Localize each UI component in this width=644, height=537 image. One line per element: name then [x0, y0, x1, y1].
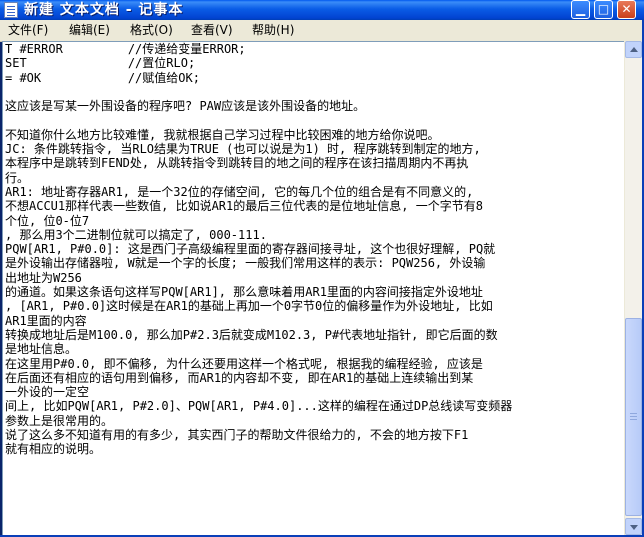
notepad-window: 新建 文本文档 - 记事本 ▁ □ ✕ 文件(F) 编辑(E) 格式(O) 查看… [0, 0, 644, 537]
minimize-button[interactable]: ▁ [571, 0, 590, 19]
text-line: AR1: 地址寄存器AR1, 是一个32位的存储空间, 它的每几个位的组合是有不… [5, 184, 474, 199]
title-bar[interactable]: 新建 文本文档 - 记事本 ▁ □ ✕ [0, 0, 644, 20]
text-line: PQW[AR1, P#0.0]: 这是西门子高级编程里面的寄存器间接寻址, 这个… [5, 242, 496, 257]
text-line: AR1里面的内容 [5, 313, 87, 328]
vertical-scrollbar[interactable] [624, 41, 642, 535]
menu-bar: 文件(F) 编辑(E) 格式(O) 查看(V) 帮助(H) [0, 20, 644, 42]
text-line: 是地址信息。 [5, 342, 78, 357]
notepad-icon[interactable] [4, 2, 18, 18]
scroll-up-button[interactable] [625, 41, 642, 58]
text-line: SET //置位RLO; [5, 56, 196, 71]
text-line: 说了这么多不知道有用的有多少, 其实西门子的帮助文件很给力的, 不会的地方按下F… [5, 428, 469, 443]
text-line: 间上, 比如PQW[AR1, P#2.0]、PQW[AR1, P#4.0]...… [5, 399, 513, 414]
menu-file[interactable]: 文件(F) [8, 20, 48, 41]
menu-edit[interactable]: 编辑(E) [69, 20, 110, 41]
text-line [5, 113, 621, 127]
text-line: 这应该是写某一外围设备的程序吧? PAW应该是该外围设备的地址。 [5, 99, 366, 114]
close-button[interactable]: ✕ [617, 0, 636, 19]
maximize-button[interactable]: □ [594, 0, 613, 19]
text-line: JC: 条件跳转指令, 当RLO结果为TRUE (也可以说是为1) 时, 程序跳… [5, 142, 481, 157]
text-line: = #OK //赋值给OK; [5, 70, 200, 85]
thumb-grip [630, 413, 637, 414]
text-line: 就有相应的说明。 [5, 442, 102, 457]
scroll-down-button[interactable] [625, 518, 642, 535]
text-line: 的通道。如果这条语句这样写PQW[AR1], 那么意味着用AR1里面的内容间接指… [5, 285, 483, 300]
text-line: 出地址为W256 [5, 270, 82, 285]
text-line: 是外设输出存储器啦, W就是一个字的长度; 一般我们常用这样的表示: PQW25… [5, 256, 486, 271]
scroll-down-arrow-icon [630, 525, 638, 530]
editor-content[interactable]: T #ERROR //传递给变量ERROR; SET //置位RLO; = #OK … [5, 42, 621, 457]
thumb-grip [630, 419, 637, 420]
text-line: , [AR1, P#0.0]这时候是在AR1的基础上再加一个0字节0位的偏移量作… [5, 299, 493, 314]
text-line: 行。 [5, 170, 30, 185]
text-line [5, 85, 621, 99]
text-line: 在这里用P#0.0, 即不偏移, 为什么还要用这样一个格式呢, 根据我的编程经验… [5, 356, 483, 371]
maximize-icon: □ [597, 2, 610, 16]
thumb-grip [630, 416, 637, 417]
text-line: 在后面还有相应的语句用到偏移, 而AR1的内容却不变, 即在AR1的基础上连续输… [5, 370, 474, 385]
text-line: 不想ACCU1那样代表一些数值, 比如说AR1的最后三位代表的是位地址信息, 一… [5, 199, 483, 214]
text-editor[interactable]: T #ERROR //传递给变量ERROR; SET //置位RLO; = #OK … [2, 41, 624, 535]
minimize-icon: ▁ [575, 2, 586, 16]
text-line: 不知道你什么地方比较难懂, 我就根据自己学习过程中比较困难的地方给你说吧。 [5, 127, 440, 142]
text-line: 本程序中是跳转到FEND处, 从跳转指令到跳转目的地之间的程序在该扫描周期内不再… [5, 156, 469, 171]
scroll-thumb[interactable] [625, 318, 642, 516]
text-line: 一外设的一定空 [5, 385, 90, 400]
menu-help[interactable]: 帮助(H) [252, 20, 294, 41]
menu-format[interactable]: 格式(O) [130, 20, 173, 41]
close-icon: ✕ [621, 2, 632, 16]
menu-view[interactable]: 查看(V) [191, 20, 233, 41]
text-line: 个位, 位0-位7 [5, 213, 90, 228]
scroll-up-arrow-icon [630, 47, 638, 52]
text-line: 转换成地址后是M100.0, 那么加P#2.3后就变成M102.3, P#代表地… [5, 327, 498, 342]
text-line: T #ERROR //传递给变量ERROR; [5, 42, 246, 56]
text-line: , 那么用3个二进制位就可以搞定了, 000-111. [5, 227, 267, 242]
text-line: 参数上是很常用的。 [5, 413, 114, 428]
window-title: 新建 文本文档 - 记事本 [24, 2, 184, 18]
